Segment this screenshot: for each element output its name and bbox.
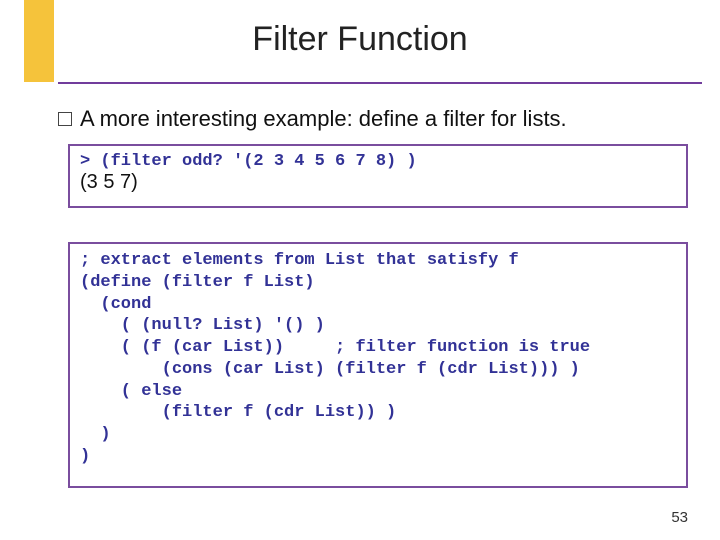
code-line: ( (null? List) '() ) [80, 316, 325, 335]
code-line: > (filter odd? '(2 3 4 5 6 7 8) ) [80, 152, 417, 171]
code-line: ) [80, 447, 90, 466]
output-line: (3 5 7) [80, 171, 138, 193]
bullet-text: A more interesting example: define a fil… [80, 106, 567, 132]
slide: Filter Function A more interesting examp… [0, 0, 720, 540]
code-definition-box: ; extract elements from List that satisf… [68, 242, 688, 488]
code-line: (define (filter f List) [80, 273, 315, 292]
title-underline [58, 82, 702, 84]
code-line: ( (f (car List)) ; filter function is tr… [80, 338, 590, 357]
code-line: (filter f (cdr List)) ) [80, 403, 396, 422]
code-line: ; extract elements from List that satisf… [80, 251, 519, 270]
code-line: (cons (car List) (filter f (cdr List))) … [80, 360, 580, 379]
page-number: 53 [671, 509, 688, 526]
code-line: ( else [80, 382, 182, 401]
slide-title: Filter Function [0, 20, 720, 59]
code-line: (cond [80, 295, 151, 314]
code-example-box: > (filter odd? '(2 3 4 5 6 7 8) ) (3 5 7… [68, 144, 688, 208]
code-line: ) [80, 425, 111, 444]
bullet-row: A more interesting example: define a fil… [58, 106, 567, 132]
bullet-square-icon [58, 112, 72, 126]
